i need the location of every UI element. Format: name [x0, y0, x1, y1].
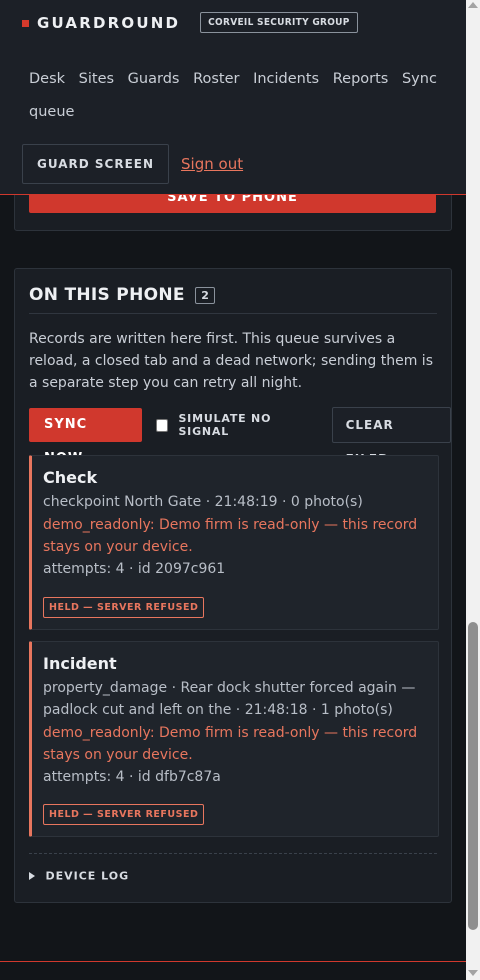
nav-reports[interactable]: Reports: [333, 71, 389, 87]
nav-desk[interactable]: Desk: [29, 71, 65, 87]
queue-title: ON THIS PHONE: [29, 285, 185, 305]
record-meta: checkpoint North Gate · 21:48:19 · 0 pho…: [43, 494, 363, 510]
queue-controls: SYNC NOW SIMULATE NO SIGNAL CLEAR FILED: [29, 407, 451, 466]
brand-mark-icon: [22, 20, 29, 27]
scroll-down-arrow-icon[interactable]: [468, 970, 478, 976]
scrollbar-thumb[interactable]: [468, 622, 478, 930]
brand-row: GUARDROUND CORVEIL SECURITY GROUP: [22, 12, 358, 33]
record-title: Incident: [43, 654, 117, 673]
on-this-phone-card: ON THIS PHONE 2 Records are written here…: [14, 268, 452, 903]
sync-now-button[interactable]: SYNC NOW: [29, 408, 143, 466]
nav-roster[interactable]: Roster: [193, 71, 239, 87]
queue-record[interactable]: Check checkpoint North Gate · 21:48:19 ·…: [29, 455, 439, 630]
footer-divider: [0, 961, 466, 962]
queue-record[interactable]: Incident property_damage · Rear dock shu…: [29, 641, 439, 837]
top-header: GUARDROUND CORVEIL SECURITY GROUP Desk S…: [0, 0, 466, 195]
queue-header: ON THIS PHONE 2: [29, 285, 437, 314]
record-error: demo_readonly: Demo firm is read-only — …: [43, 725, 418, 763]
record-title: Check: [43, 468, 98, 487]
guard-screen-button[interactable]: GUARD SCREEN: [22, 144, 170, 184]
record-attempts: attempts: 4 · id 2097c961: [43, 561, 226, 577]
record-meta: property_damage · Rear dock shutter forc…: [43, 680, 416, 718]
record-error: demo_readonly: Demo firm is read-only — …: [43, 517, 418, 555]
brand-name: GUARDROUND: [37, 13, 181, 32]
nav-sites[interactable]: Sites: [79, 71, 114, 87]
clear-filed-button[interactable]: CLEAR FILED: [331, 407, 451, 466]
scroll-up-arrow-icon[interactable]: [468, 2, 478, 8]
main-nav: Desk Sites Guards Roster Incidents Repor…: [29, 63, 449, 129]
org-badge: CORVEIL SECURITY GROUP: [200, 12, 358, 33]
status-badge: HELD — SERVER REFUSED: [43, 597, 205, 618]
simulate-no-signal-toggle[interactable]: SIMULATE NO SIGNAL: [156, 412, 317, 438]
nav-guards[interactable]: Guards: [128, 71, 180, 87]
queue-count-badge: 2: [195, 286, 215, 304]
triangle-right-icon: [29, 872, 35, 880]
record-attempts: attempts: 4 · id dfb7c87a: [43, 769, 221, 785]
sign-out-link[interactable]: Sign out: [181, 155, 243, 173]
status-badge: HELD — SERVER REFUSED: [43, 804, 205, 825]
simulate-no-signal-label: SIMULATE NO SIGNAL: [178, 412, 272, 438]
queue-description: Records are written here first. This que…: [29, 331, 433, 391]
device-log-label: DEVICE LOG: [45, 869, 130, 883]
nav-incidents[interactable]: Incidents: [253, 71, 319, 87]
simulate-no-signal-checkbox[interactable]: [156, 418, 169, 432]
device-log-toggle[interactable]: DEVICE LOG: [29, 853, 437, 884]
header-actions: GUARD SCREEN Sign out: [22, 144, 243, 184]
